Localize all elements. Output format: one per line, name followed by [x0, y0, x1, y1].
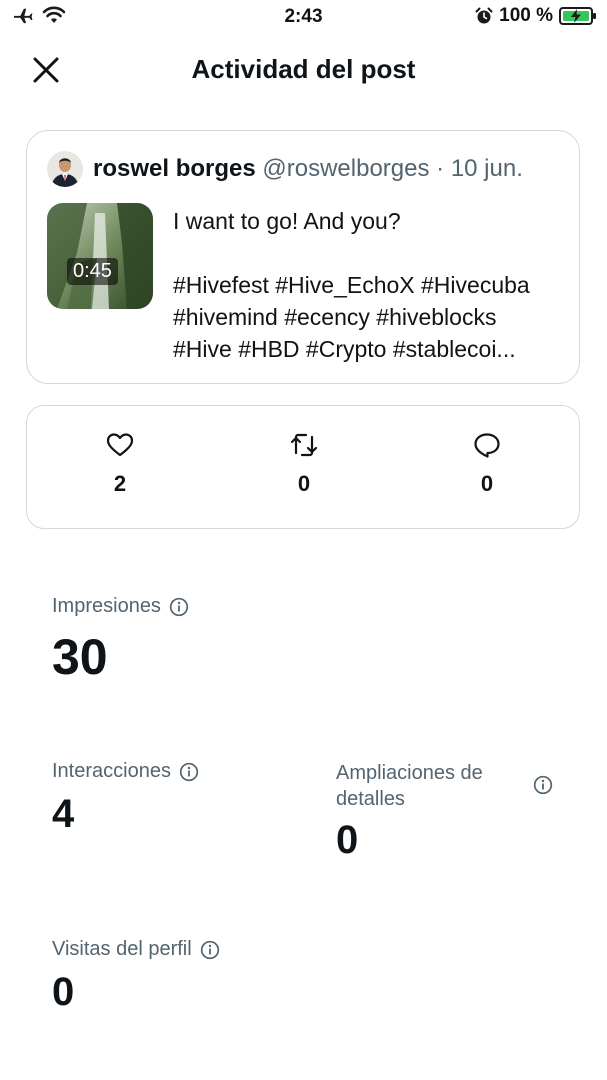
page-title: Actividad del post [191, 54, 416, 84]
avatar[interactable] [47, 151, 83, 187]
likes-stat[interactable]: 2 [90, 432, 150, 497]
info-icon[interactable] [200, 940, 220, 960]
impressions-value: 30 [52, 629, 108, 685]
alarm-icon [475, 7, 493, 24]
author-meta: @roswelborges · 10 jun. [262, 155, 523, 182]
replies-stat[interactable]: 0 [457, 432, 517, 497]
status-right: 100 % [475, 5, 596, 27]
status-bar: 2:43 100 % [0, 0, 607, 34]
profile-visits-label: Visitas del perfil [52, 938, 192, 960]
repost-icon [290, 433, 318, 457]
info-icon[interactable] [169, 597, 189, 617]
profile-visits-value: 0 [52, 970, 75, 1014]
battery-percent: 100 % [499, 5, 553, 26]
post-line: #hivemind #ecency #hiveblocks [173, 304, 497, 330]
interactions-value: 4 [52, 792, 75, 836]
info-icon[interactable] [533, 775, 553, 795]
expansions-label-line1: Ampliaciones de [336, 762, 483, 784]
interactions-label-row: Interacciones [52, 760, 199, 783]
heart-icon [106, 433, 134, 457]
likes-count: 2 [113, 471, 127, 496]
post-line [173, 237, 569, 269]
expansions-value: 0 [336, 818, 359, 862]
reposts-stat[interactable]: 0 [274, 432, 334, 497]
expansions-label-row: Ampliaciones de detalles [336, 760, 483, 812]
post-line: I want to go! And you? [173, 208, 401, 234]
reply-icon [474, 433, 500, 458]
battery-icon [559, 7, 596, 25]
interactions-label: Interacciones [52, 760, 171, 782]
engagement-card: 2 0 0 [26, 405, 580, 529]
impressions-label-row: Impresiones [52, 595, 189, 618]
replies-count: 0 [480, 471, 494, 496]
reposts-count: 0 [297, 471, 311, 496]
profile-visits-label-row: Visitas del perfil [52, 938, 220, 961]
author-name[interactable]: roswel borges [93, 155, 256, 182]
info-icon[interactable] [179, 762, 199, 782]
header: Actividad del post [0, 50, 607, 90]
post-text: I want to go! And you? #Hivefest #Hive_E… [173, 205, 569, 365]
post-card[interactable]: roswel borges @roswelborges · 10 jun. 0:… [26, 130, 580, 384]
impressions-label: Impresiones [52, 595, 161, 617]
video-duration: 0:45 [67, 258, 118, 285]
video-thumbnail[interactable]: 0:45 [47, 203, 153, 309]
post-line: #Hive #HBD #Crypto #stablecoi... [173, 336, 516, 362]
post-author: roswel borges @roswelborges · 10 jun. [93, 155, 523, 183]
post-line: #Hivefest #Hive_EchoX #Hivecuba [173, 272, 530, 298]
expansions-label-line2: detalles [336, 788, 405, 810]
